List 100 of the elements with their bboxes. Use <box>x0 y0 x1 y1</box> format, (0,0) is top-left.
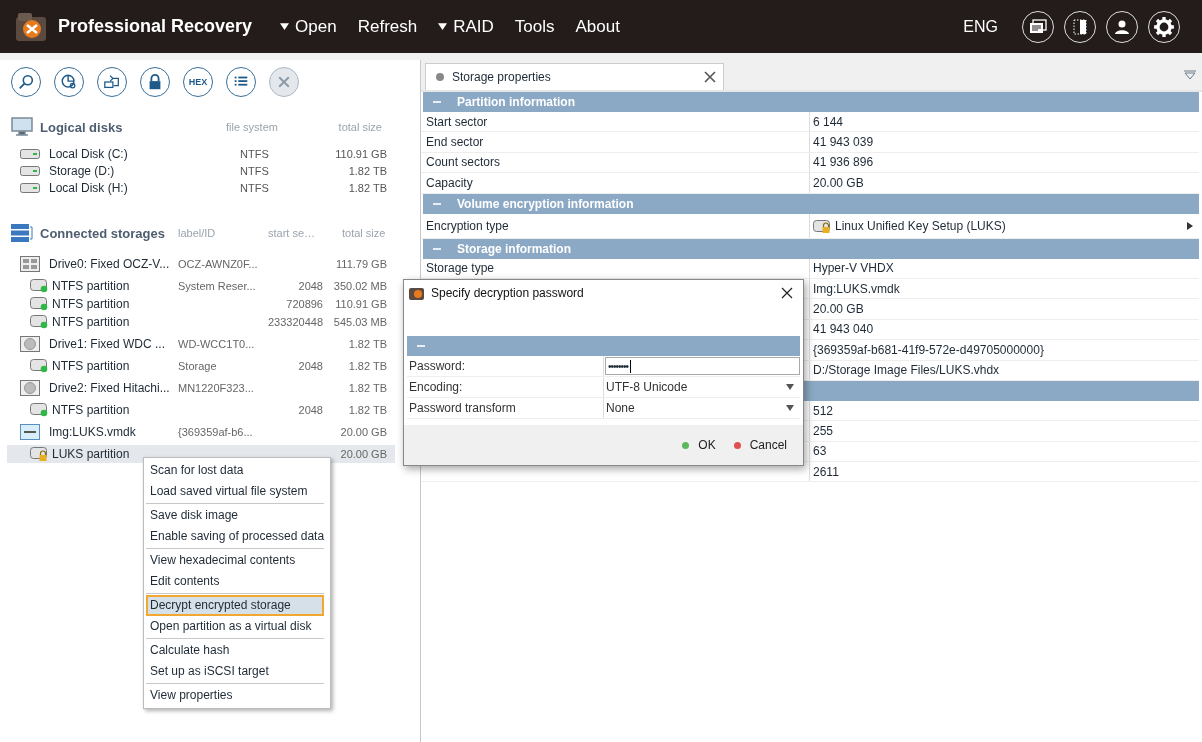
menu-item[interactable]: Open <box>280 16 337 37</box>
property-value: 41 943 040 <box>813 322 874 337</box>
expand-arrow-icon[interactable] <box>1187 221 1193 230</box>
total-size: 110.91 GB <box>334 147 387 160</box>
storage-label: MN1220F323... <box>178 382 255 394</box>
disk-name[interactable]: Local Disk (H:) <box>49 180 240 195</box>
hard-drive-icon <box>20 380 40 396</box>
menu-item[interactable]: Enable saving of processed data <box>146 526 324 547</box>
total-size: 20.00 GB <box>339 426 387 438</box>
partition-icon <box>30 359 48 373</box>
close-icon[interactable] <box>704 71 716 83</box>
storage-row[interactable]: Drive1: Fixed WDC ... WD-WCC1T0... 1.82 TB <box>0 333 395 355</box>
property-value: 41 936 896 <box>813 155 874 170</box>
drive-icon <box>20 256 40 272</box>
total-size: 20.00 GB <box>339 448 387 460</box>
section-title: Logical disks <box>40 119 124 135</box>
partition-row[interactable]: NTFS partition System Reser... 2048 350.02 MB <box>0 277 395 295</box>
menu-item[interactable]: View hexadecimal contents <box>146 550 324 571</box>
total-size: 1.82 TB <box>347 338 387 350</box>
disk-image-icon <box>20 424 40 440</box>
total-size: 111.79 GB <box>335 258 387 270</box>
menu-item[interactable]: RAID <box>438 16 494 37</box>
menu-item[interactable]: Set up as iSCSI target <box>146 661 324 682</box>
partition-icon <box>30 279 48 293</box>
chart-search-icon <box>60 73 78 91</box>
start-sector: 2048 <box>297 360 323 372</box>
partition-icon <box>30 297 48 311</box>
close-icon[interactable] <box>781 287 793 299</box>
menu-item[interactable]: Decrypt encrypted storage <box>146 595 324 616</box>
hex-button[interactable]: HEX <box>183 67 213 97</box>
chart-button[interactable] <box>54 67 84 97</box>
cancel-button[interactable]: Cancel <box>731 436 789 454</box>
menu-item[interactable]: View properties <box>146 685 324 706</box>
partition-label: Storage <box>178 360 218 372</box>
disk-name[interactable]: Local Disk (C:) <box>49 146 240 161</box>
total-size: 1.82 TB <box>347 181 387 194</box>
partition-icon <box>30 403 48 417</box>
disk-image-icon <box>103 73 121 91</box>
storage-row[interactable]: Drive2: Fixed Hitachi... MN1220F323... 1.82 TB <box>0 377 395 399</box>
menu-item[interactable]: Calculate hash <box>146 640 324 661</box>
file-system: NTFS <box>240 181 270 194</box>
partition-icon <box>30 315 48 329</box>
menu-item[interactable]: Edit contents <box>146 571 324 592</box>
locked-partition-icon <box>30 447 48 461</box>
file-system: NTFS <box>240 147 270 160</box>
property-name: Capacity <box>421 173 810 193</box>
property-value: 6 144 <box>813 114 844 129</box>
partition-row[interactable]: NTFS partition 233320448 545.03 MB <box>0 313 395 331</box>
property-value: 255 <box>813 424 834 438</box>
status-dot-icon <box>436 73 444 81</box>
hard-drive-icon <box>20 336 40 352</box>
field-label: Password: <box>407 356 604 376</box>
storage-label: {369359af-b6... <box>178 426 254 438</box>
total-size: 1.82 TB <box>347 360 387 372</box>
dropdown[interactable]: None <box>604 398 800 418</box>
property-value: 2611 <box>813 464 839 479</box>
image-button[interactable] <box>97 67 127 97</box>
menu-item[interactable]: Load saved virtual file system <box>146 481 324 502</box>
property-name: Count sectors <box>421 152 810 173</box>
dialog-title: Specify decryption password <box>431 286 584 300</box>
list-button[interactable] <box>226 67 256 97</box>
storage-row[interactable]: Img:LUKS.vmdk {369359af-b6... 20.00 GB <box>0 421 395 443</box>
total-size: 110.91 GB <box>334 298 387 310</box>
menu-item[interactable]: Save disk image <box>146 505 324 526</box>
search-icon <box>17 73 35 91</box>
password-field[interactable]: •••••••• <box>605 357 800 375</box>
property-value: Linux Unified Key Setup (LUKS) <box>835 218 1006 233</box>
storage-name: Drive0: Fixed OCZ-V... <box>49 257 171 271</box>
menu-item[interactable]: Tools <box>514 16 555 37</box>
partition-name: NTFS partition <box>52 403 131 417</box>
menu-item[interactable]: Scan for lost data <box>146 460 324 481</box>
property-name: End sector <box>421 132 810 152</box>
partition-row[interactable]: NTFS partition 720896 110.91 GB <box>0 295 395 313</box>
storage-label: WD-WCC1T0... <box>178 338 256 350</box>
column-header: file system <box>226 121 279 133</box>
app-logo-icon <box>409 286 425 300</box>
search-button[interactable] <box>11 67 41 97</box>
app-title: Professional Recovery <box>58 16 253 37</box>
language-button[interactable]: ENG <box>963 17 998 36</box>
property-value: Img:LUKS.vmdk <box>813 281 900 296</box>
partition-name: NTFS partition <box>52 359 131 373</box>
properties-tab[interactable]: Storage properties <box>425 63 724 90</box>
partition-row[interactable]: NTFS partition Storage 2048 1.82 TB <box>0 357 395 375</box>
menu-item[interactable]: About <box>575 16 620 37</box>
total-size: 545.03 MB <box>332 316 387 328</box>
ok-button[interactable]: OK <box>680 436 718 454</box>
menu-item[interactable]: Refresh <box>357 16 418 37</box>
lock-button[interactable] <box>140 67 170 97</box>
property-name: Encryption type <box>421 213 810 238</box>
disk-name[interactable]: Storage (D:) <box>49 163 240 178</box>
storage-row[interactable]: Drive0: Fixed OCZ-V... OCZ-AWNZ0F... 111.79 GB <box>0 253 395 275</box>
menu-item[interactable]: Open partition as a virtual disk <box>146 616 324 637</box>
dropdown[interactable]: UTF-8 Unicode <box>604 377 800 397</box>
property-value: 20.00 GB <box>813 302 864 317</box>
file-system: NTFS <box>240 164 270 177</box>
total-size: 1.82 TB <box>347 164 387 177</box>
partition-row[interactable]: NTFS partition 2048 1.82 TB <box>0 401 395 419</box>
dropdown-icon[interactable] <box>1184 70 1196 80</box>
property-value: 63 <box>813 444 827 459</box>
total-size: 1.82 TB <box>347 382 387 394</box>
